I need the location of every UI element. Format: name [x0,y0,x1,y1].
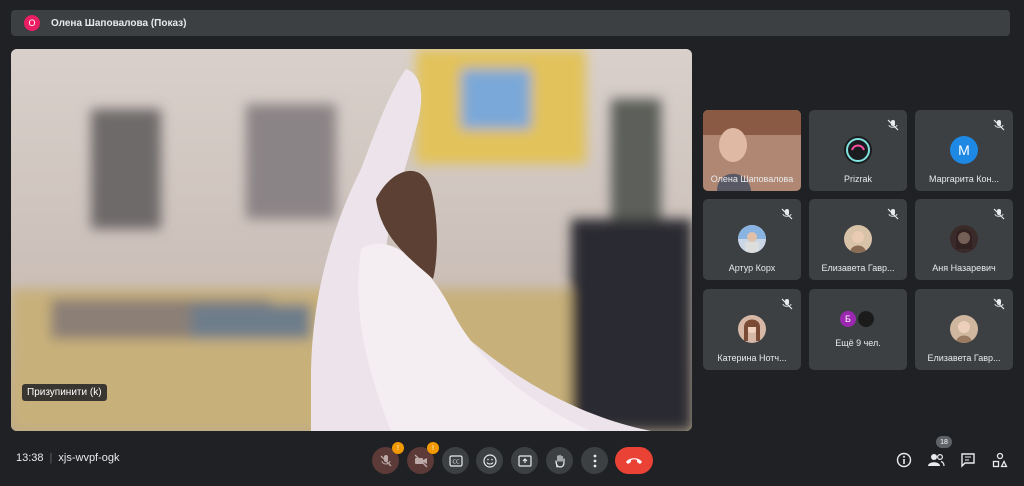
meeting-info: 13:38 | xjs-wvpf-ogk [16,452,120,464]
mic-off-icon [887,208,899,220]
avatar [738,225,766,253]
camera-toggle-button[interactable]: ! [407,442,439,474]
activities-button[interactable] [990,450,1010,470]
emoji-icon [482,453,497,468]
svg-text:CC: CC [452,459,459,465]
participant-name: Ещё 9 чел. [835,338,881,348]
mic-off-icon [781,298,793,310]
participant-tile[interactable]: Артур Корх [703,199,801,280]
bottom-toolbar: 13:38 | xjs-wvpf-ogk ! ! CC [0,438,1024,486]
people-button[interactable] [926,450,946,470]
participant-name: Аня Назаревич [932,263,996,273]
avatar [950,225,978,253]
hang-up-icon [626,457,642,464]
meeting-details-button[interactable] [894,450,914,470]
more-vert-icon [593,454,596,467]
participant-tile[interactable]: Аня Назаревич [915,199,1013,280]
present-screen-icon [517,454,532,467]
shared-screen[interactable]: Призупинити (k) [11,49,692,431]
activities-icon [992,452,1008,468]
participant-tile[interactable]: Олена Шаповалова [703,110,801,191]
participant-name: Катерина Нотч... [717,353,787,363]
pause-hint: Призупинити (k) [22,384,107,401]
reactions-button[interactable] [476,447,503,474]
participant-tile[interactable]: M Маргарита Кон... [915,110,1013,191]
participant-name: Prizrak [843,174,872,184]
camera-off-icon [414,454,427,467]
meeting-code: xjs-wvpf-ogk [58,452,120,464]
participant-tile[interactable]: Prizrak [809,110,907,191]
warning-badge: ! [392,442,404,454]
participant-name: Артур Корх [728,263,776,273]
avatar [738,315,766,343]
leave-call-button[interactable] [615,447,653,474]
mic-off-icon [993,119,1005,131]
present-button[interactable] [511,447,538,474]
hand-icon [554,454,565,468]
mic-toggle-button[interactable]: ! [372,442,404,474]
participant-tile[interactable]: Елизавета Гавр... [915,289,1013,370]
presenter-avatar: О [24,15,40,31]
mic-off-icon [993,298,1005,310]
chat-icon [961,453,975,468]
participant-name: Елизавета Гавр... [821,263,895,273]
presentation-bar: О Олена Шаповалова (Показ) [11,10,1010,36]
warning-badge: ! [427,442,439,454]
more-options-button[interactable] [581,447,608,474]
avatar [844,136,872,164]
participant-tile[interactable]: Катерина Нотч... [703,289,801,370]
avatar [844,225,872,253]
raise-hand-button[interactable] [546,447,573,474]
mic-off-icon [887,119,899,131]
separator: | [49,452,53,464]
shared-video-frame [11,49,692,431]
mic-off-icon [993,208,1005,220]
avatar: M [950,136,978,164]
avatar [858,311,874,327]
clock: 13:38 [16,452,44,464]
participant-count-badge: 18 [936,436,952,448]
participant-tile[interactable]: Б Ещё 9 чел. [809,289,907,370]
participant-name: Елизавета Гавр... [927,353,1001,363]
presentation-label: Олена Шаповалова (Показ) [51,17,187,29]
info-icon [896,452,912,468]
avatar: Б [840,311,856,327]
chat-button[interactable] [958,450,978,470]
people-icon [928,453,945,467]
participant-tile[interactable]: Елизавета Гавр... [809,199,907,280]
mic-off-icon [380,454,391,466]
captions-button[interactable]: CC [442,447,469,474]
mic-off-icon [781,208,793,220]
participant-name: Олена Шаповалова [710,174,794,184]
participant-name: Маргарита Кон... [929,174,999,184]
avatar [950,315,978,343]
closed-captions-icon: CC [448,454,463,467]
